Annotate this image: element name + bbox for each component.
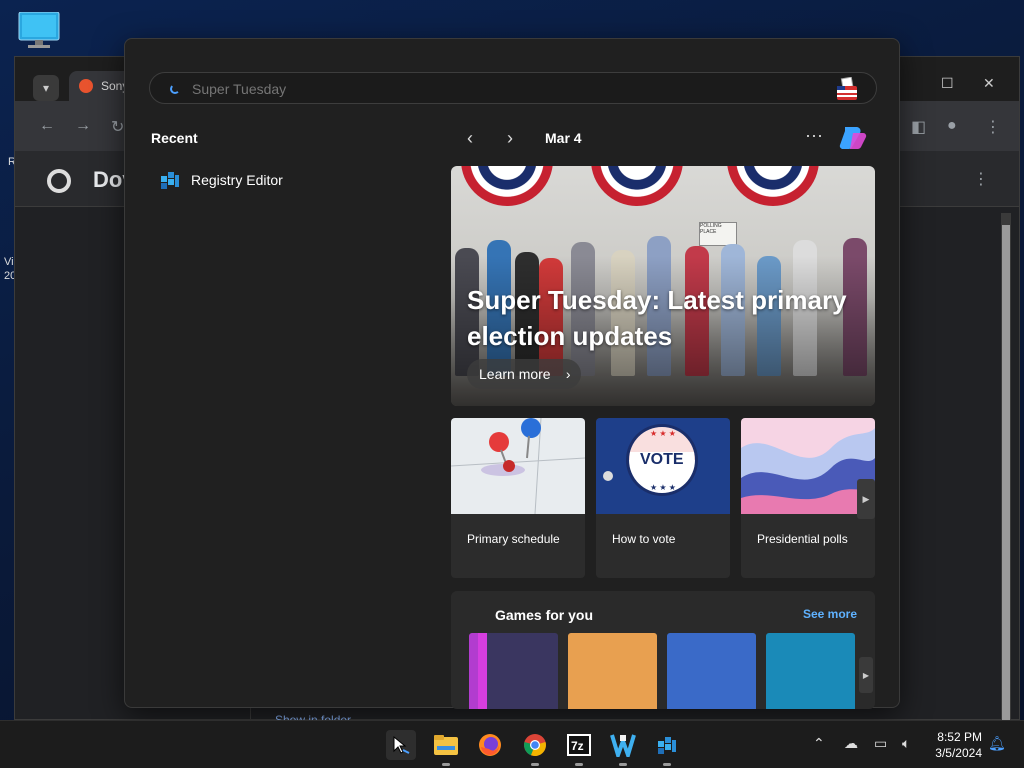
search-flyout: Recent Registry Editor ‹ › Mar 4 ··· POL… — [124, 38, 900, 709]
display-icon[interactable]: ▭ — [874, 735, 887, 752]
chevron-right-icon: ▶ — [862, 670, 870, 680]
more-icon[interactable]: ··· — [805, 125, 823, 146]
firefox-icon[interactable] — [475, 730, 505, 760]
hero-title: Super Tuesday: Latest primary election u… — [467, 285, 847, 351]
search-input[interactable] — [192, 77, 792, 101]
svg-text:★ ★ ★: ★ ★ ★ — [650, 483, 676, 492]
chevron-right-icon: › — [565, 366, 571, 382]
bunting-decoration — [727, 166, 819, 206]
onedrive-icon[interactable]: ☁ — [844, 735, 858, 752]
search-box[interactable] — [149, 72, 877, 104]
vote-badge-text: VOTE — [640, 451, 684, 468]
this-pc-desktop-icon[interactable] — [18, 11, 60, 50]
game-tile[interactable] — [469, 633, 558, 709]
profile-icon[interactable]: ● — [947, 117, 957, 135]
chrome-icon[interactable] — [520, 730, 550, 766]
7zip-icon[interactable]: 7z — [564, 730, 594, 766]
menu-icon[interactable]: ⋮ — [985, 117, 1001, 137]
chevron-right-icon[interactable]: › — [495, 127, 525, 149]
card-label: Primary schedule — [467, 532, 560, 546]
chevron-left-icon[interactable]: ‹ — [455, 127, 485, 149]
game-tile[interactable] — [667, 633, 756, 709]
card-label: Presidential polls — [757, 532, 848, 546]
ballot-box-icon — [837, 77, 857, 100]
side-panel-icon[interactable]: ◧ — [911, 117, 926, 137]
app-icon[interactable] — [608, 730, 638, 766]
scrollbar[interactable] — [1001, 213, 1011, 753]
more-icon[interactable]: ⋮ — [973, 169, 989, 189]
download-icon — [79, 79, 93, 93]
taskbar-clock[interactable]: 8:52 PM 3/5/2024 — [924, 729, 982, 761]
polls-chart-image — [741, 418, 875, 514]
game-tile[interactable] — [766, 633, 855, 709]
feed-date: Mar 4 — [545, 130, 582, 146]
chevron-up-icon[interactable]: ⌃ — [813, 735, 825, 752]
card-label: How to vote — [612, 532, 676, 546]
hero-card[interactable]: POLLING PLACE Super Tuesday: Latest prim… — [451, 166, 875, 406]
close-button[interactable]: ✕ — [983, 75, 995, 92]
bunting-decoration — [461, 166, 553, 206]
clock-date: 3/5/2024 — [935, 746, 982, 760]
cards-next-button[interactable]: ▶ — [857, 479, 875, 519]
loading-spinner-icon — [170, 84, 180, 94]
chevron-right-icon: ▶ — [862, 493, 870, 504]
volume-muted-icon[interactable]: 🔈︎ — [902, 735, 910, 752]
recent-item-registry-editor[interactable]: Registry Editor — [159, 165, 419, 195]
card-primary-schedule[interactable]: Primary schedule — [451, 418, 585, 578]
svg-text:★ ★ ★: ★ ★ ★ — [650, 429, 676, 438]
back-icon[interactable]: ← — [39, 117, 55, 135]
maximize-button[interactable]: ☐ — [941, 75, 954, 92]
calendar-pins-image — [451, 418, 585, 514]
taskbar-search-icon[interactable] — [386, 730, 416, 760]
tab-search-button[interactable]: ▾ — [33, 75, 59, 101]
see-more-link[interactable]: See more — [803, 607, 857, 621]
chevron-down-icon: ▾ — [42, 81, 50, 95]
copilot-icon[interactable] — [839, 123, 869, 151]
notification-bell-icon[interactable]: 🔔︎ — [988, 735, 1006, 752]
games-heading: Games for you — [495, 607, 594, 623]
file-explorer-icon[interactable] — [431, 730, 461, 766]
recent-item-label: Registry Editor — [191, 172, 283, 188]
games-section: Games for you See more ▶ — [451, 591, 875, 709]
card-how-to-vote[interactable]: ★ ★ ★ ★ ★ ★ VOTE How to vote — [596, 418, 730, 578]
clock-time: 8:52 PM — [937, 730, 982, 744]
svg-text:7z: 7z — [571, 739, 584, 753]
chrome-logo-icon — [47, 169, 71, 193]
recent-heading: Recent — [151, 130, 198, 146]
taskbar: 7z ⌃ ☁ ▭ 🔈︎ 8:52 PM 3/5/2024 🔔︎ — [0, 720, 1024, 768]
game-tile[interactable] — [568, 633, 657, 709]
registry-editor-icon[interactable] — [652, 730, 682, 766]
feed-nav: ‹ › Mar 4 — [455, 127, 582, 149]
registry-editor-icon — [161, 172, 179, 189]
learn-more-label: Learn more — [479, 366, 551, 382]
reload-icon[interactable]: ↻ — [111, 117, 124, 137]
forward-icon[interactable]: → — [75, 117, 91, 135]
games-next-button[interactable]: ▶ — [859, 657, 873, 693]
bunting-decoration — [591, 166, 683, 206]
card-presidential-polls[interactable]: Presidential polls — [741, 418, 875, 578]
learn-more-button[interactable]: Learn more › — [467, 359, 581, 389]
polling-place-sign: POLLING PLACE — [699, 222, 737, 246]
